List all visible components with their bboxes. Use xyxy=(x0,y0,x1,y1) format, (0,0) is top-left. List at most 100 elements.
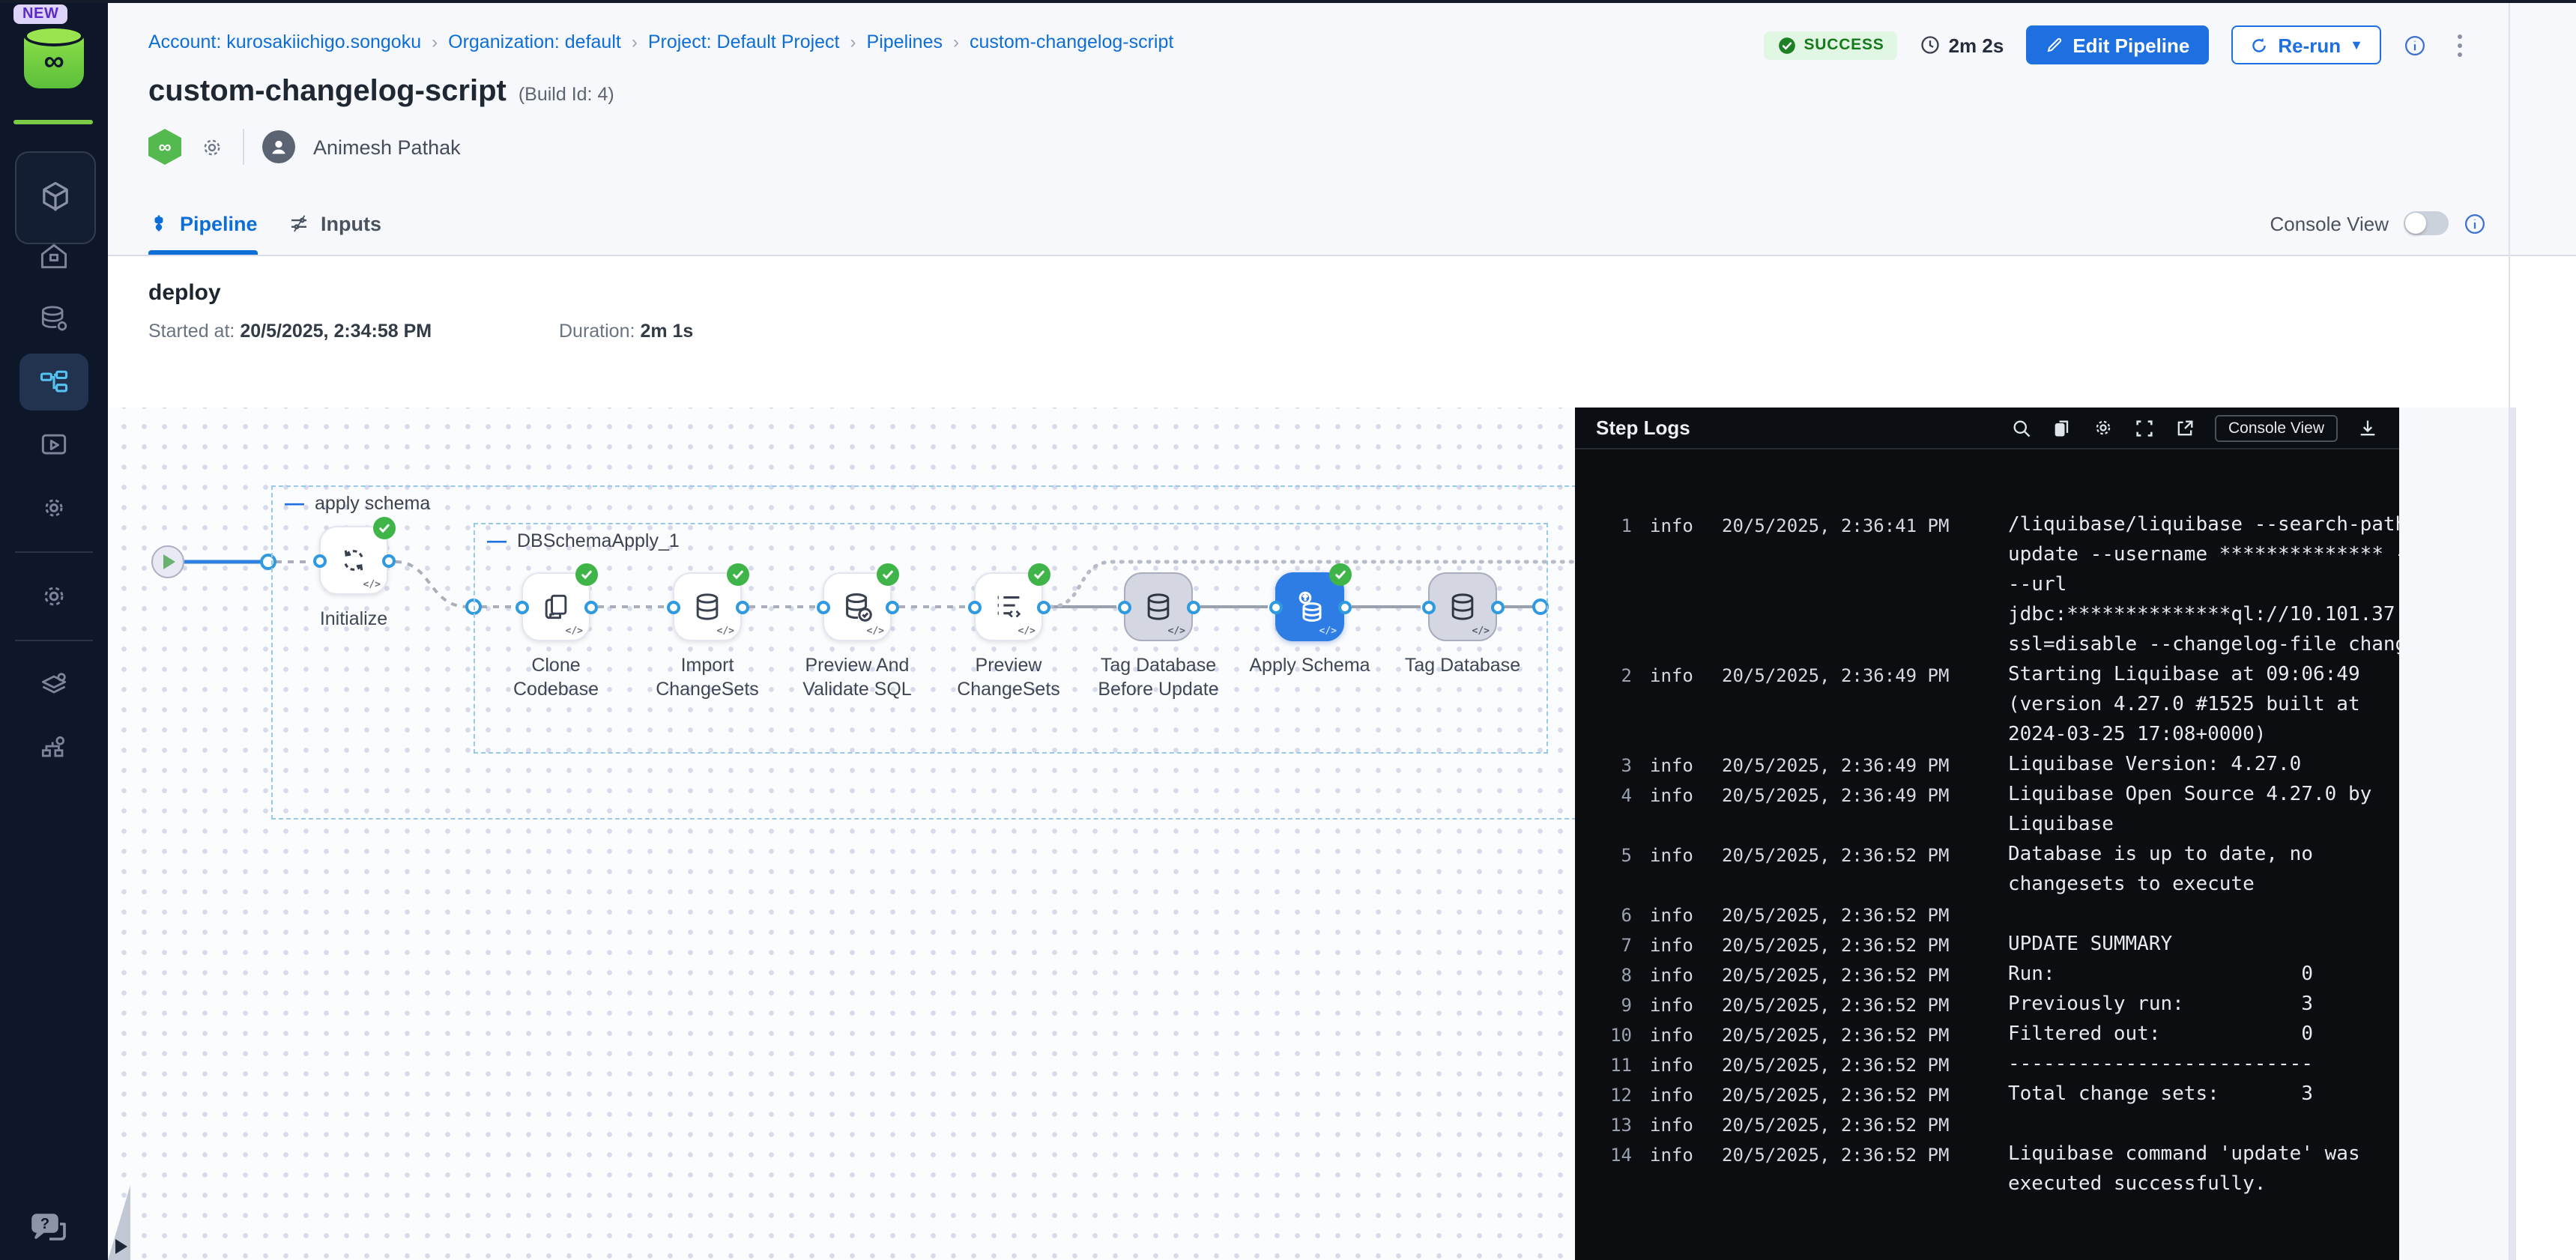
sidebar-item-pipelines[interactable] xyxy=(19,354,88,411)
log-message: executed successfully. xyxy=(2008,1170,2399,1200)
pipeline-canvas[interactable]: — apply schema — DBSchemaApply_1 </>Init… xyxy=(108,408,1683,1260)
pipeline-node-preview-and-validate-sql[interactable]: </> xyxy=(823,572,892,641)
settings-circle-icon xyxy=(37,491,70,524)
log-message: Liquibase Open Source 4.27.0 by xyxy=(2008,781,2399,811)
log-line-number: 6 xyxy=(1593,900,1632,930)
sidebar-item-home[interactable] xyxy=(19,228,88,285)
log-message: Previously run: 3 xyxy=(2008,990,2399,1020)
node-port[interactable] xyxy=(584,600,597,614)
log-scrollbar[interactable] xyxy=(2510,408,2516,1260)
search-icon[interactable] xyxy=(2011,417,2032,438)
log-line-number xyxy=(1593,721,1632,751)
copy-icon[interactable] xyxy=(2052,417,2072,438)
sidebar-divider xyxy=(15,551,93,553)
play-icon xyxy=(163,554,175,569)
log-level xyxy=(1650,541,1704,571)
console-view-button[interactable]: Console View xyxy=(2215,414,2338,441)
log-level xyxy=(1650,721,1704,751)
harness-db-devops-logo[interactable]: ∞ xyxy=(21,25,87,94)
success-check-icon xyxy=(727,563,749,586)
sidebar-item-executions[interactable] xyxy=(19,417,88,473)
code-icon: </> xyxy=(1168,625,1186,637)
pipeline-node-preview-changesets[interactable]: </> xyxy=(974,572,1043,641)
node-label: Initialize xyxy=(264,607,444,631)
info-icon[interactable] xyxy=(2464,212,2486,234)
node-port[interactable] xyxy=(381,554,395,567)
stage-summary: deploy Started at: 20/5/2025, 2:34:58 PM… xyxy=(108,256,2576,408)
sidebar-item-databases[interactable] xyxy=(19,291,88,348)
sidebar-item-environments[interactable] xyxy=(19,656,88,713)
log-line-number: 8 xyxy=(1593,960,1632,990)
node-port[interactable] xyxy=(967,600,981,614)
node-port[interactable] xyxy=(1186,600,1200,614)
log-message: -------------------------- xyxy=(2008,1050,2399,1080)
edit-pipeline-button[interactable]: Edit Pipeline xyxy=(2026,25,2209,64)
page-title: custom-changelog-script xyxy=(148,75,507,109)
new-badge: NEW xyxy=(13,4,67,24)
gear-icon[interactable] xyxy=(2092,417,2114,439)
clock-icon xyxy=(1920,34,1941,55)
log-timestamp: 20/5/2025, 2:36:52 PM xyxy=(1722,1140,1990,1170)
sidebar-item-settings[interactable] xyxy=(19,568,88,625)
node-port[interactable] xyxy=(1036,600,1050,614)
sidebar-item-settings-circle[interactable] xyxy=(19,479,88,536)
node-port[interactable] xyxy=(312,554,326,567)
pipeline-node-apply-schema[interactable]: </> xyxy=(1275,572,1344,641)
pipeline-start-node[interactable] xyxy=(151,545,184,578)
breadcrumb-link[interactable]: Project: Default Project xyxy=(648,31,840,52)
log-line-number xyxy=(1593,601,1632,631)
more-options-button[interactable] xyxy=(2449,31,2471,59)
log-line: 11info20/5/2025, 2:36:52 PM-------------… xyxy=(1575,1050,2399,1080)
log-message: ssl=disable --changelog-file changelo xyxy=(2008,631,2399,661)
node-port[interactable] xyxy=(735,600,749,614)
rerun-button[interactable]: Re-run ▼ xyxy=(2231,25,2381,64)
node-port[interactable] xyxy=(885,600,898,614)
pipeline-node-initialize[interactable]: </> xyxy=(319,526,388,595)
node-port[interactable] xyxy=(666,600,680,614)
log-lines[interactable]: 1info20/5/2025, 2:36:41 PM/liquibase/liq… xyxy=(1575,451,2399,1260)
success-check-icon xyxy=(877,563,899,586)
node-port[interactable] xyxy=(1269,600,1282,614)
pipeline-node-tag-database[interactable]: </> xyxy=(1428,572,1497,641)
log-line-number: 14 xyxy=(1593,1140,1632,1170)
log-timestamp xyxy=(1722,601,1990,631)
pipeline-node-tag-database-before-update[interactable]: </> xyxy=(1124,572,1193,641)
collapse-icon[interactable]: — xyxy=(487,533,507,548)
inputs-tab-icon xyxy=(288,212,310,234)
pipeline-node-import-changesets[interactable]: </> xyxy=(673,572,742,641)
breadcrumb-link[interactable]: Account: kurosakiichigo.songoku xyxy=(148,31,421,52)
pipeline-settings-gear-icon[interactable] xyxy=(199,134,225,160)
pipeline-node-clone-codebase[interactable]: </> xyxy=(521,572,590,641)
log-line-number: 10 xyxy=(1593,1020,1632,1050)
log-message: Filtered out: 0 xyxy=(2008,1020,2399,1050)
log-line-number xyxy=(1593,1170,1632,1200)
help-button[interactable]: ? xyxy=(27,1209,72,1248)
step-logs-title: Step Logs xyxy=(1596,417,1690,439)
log-level: info xyxy=(1650,781,1704,811)
code-icon: </> xyxy=(566,625,584,637)
node-port[interactable] xyxy=(515,600,528,614)
download-icon[interactable] xyxy=(2357,417,2378,438)
sidebar-item-pipeline-settings[interactable] xyxy=(19,719,88,776)
log-level: info xyxy=(1650,960,1704,990)
breadcrumb-separator: › xyxy=(953,31,959,52)
tab-inputs[interactable]: Inputs xyxy=(288,192,381,255)
open-external-icon[interactable] xyxy=(2174,417,2195,438)
node-port[interactable] xyxy=(1421,600,1435,614)
console-view-toggle[interactable] xyxy=(2404,211,2449,235)
node-port[interactable] xyxy=(816,600,829,614)
log-line: 4info20/5/2025, 2:36:49 PMLiquibase Open… xyxy=(1575,781,2399,811)
module-hexagon-icon: ∞ xyxy=(148,129,181,165)
node-port[interactable] xyxy=(1490,600,1504,614)
sidebar: NEW ∞ xyxy=(0,0,108,1260)
tab-pipeline[interactable]: Pipeline xyxy=(148,192,258,255)
breadcrumb-link[interactable]: Organization: default xyxy=(448,31,621,52)
database-settings-icon xyxy=(37,303,70,336)
breadcrumb-link[interactable]: Pipelines xyxy=(867,31,943,52)
breadcrumb-link[interactable]: custom-changelog-script xyxy=(970,31,1173,52)
info-icon[interactable] xyxy=(2404,34,2426,56)
fullscreen-icon[interactable] xyxy=(2134,417,2155,438)
node-port[interactable] xyxy=(1337,600,1351,614)
collapse-icon[interactable]: — xyxy=(285,496,304,511)
node-port[interactable] xyxy=(1117,600,1131,614)
